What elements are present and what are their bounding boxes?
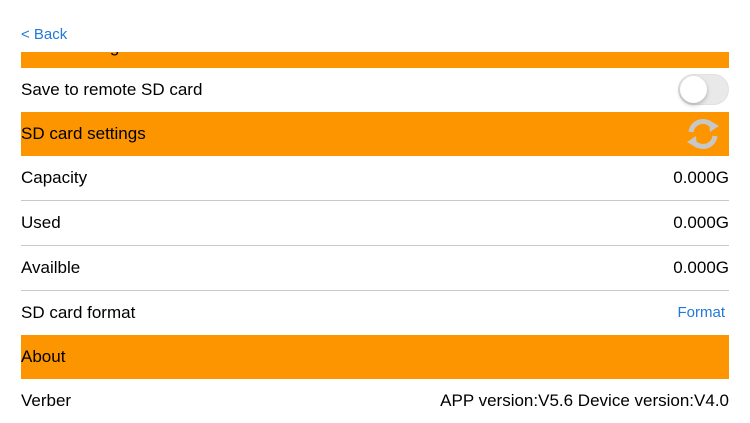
- verber-label: Verber: [21, 391, 72, 410]
- save-remote-sd-row: Save to remote SD card: [21, 68, 729, 112]
- version-value: APP version:V5.6 Device version:V4.0: [440, 391, 729, 410]
- save-remote-sd-label: Save to remote SD card: [21, 80, 203, 99]
- used-value: 0.000G: [673, 213, 729, 232]
- capacity-row: Capacity 0.000G: [21, 156, 729, 201]
- available-value: 0.000G: [673, 258, 729, 277]
- used-row: Used 0.000G: [21, 201, 729, 246]
- used-label: Used: [21, 213, 61, 232]
- section-header-label: SD card settings: [21, 124, 146, 143]
- section-header-sd-settings: SD card settings: [21, 112, 729, 156]
- sd-format-label: SD card format: [21, 303, 136, 322]
- available-row: Availble 0.000G: [21, 246, 729, 291]
- toggle-knob: [679, 75, 707, 103]
- section-header-label: Media storage location: [21, 52, 192, 68]
- format-button[interactable]: Format: [677, 291, 725, 335]
- refresh-icon[interactable]: [685, 116, 721, 152]
- save-remote-sd-toggle[interactable]: [678, 74, 729, 105]
- available-label: Availble: [21, 258, 81, 277]
- capacity-value: 0.000G: [673, 168, 729, 187]
- verber-row: Verber APP version:V5.6 Device version:V…: [21, 379, 729, 423]
- capacity-label: Capacity: [21, 168, 88, 187]
- sd-format-row: SD card format Format: [21, 291, 729, 335]
- section-header-media-storage: Media storage location: [21, 52, 729, 68]
- section-header-label: About: [21, 347, 66, 366]
- settings-list: Media storage location Save to remote SD…: [0, 52, 750, 423]
- section-header-about: About: [21, 335, 729, 379]
- back-button[interactable]: < Back: [21, 26, 67, 43]
